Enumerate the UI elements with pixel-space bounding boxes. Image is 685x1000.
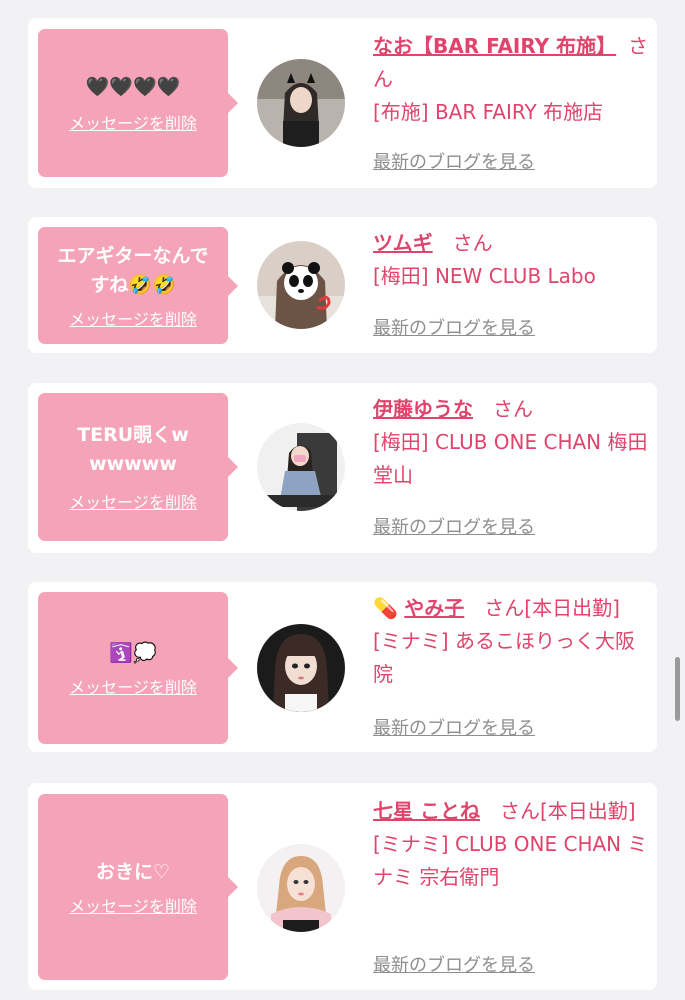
avatar[interactable] bbox=[257, 624, 345, 712]
cast-info: ツムギ さん [梅田] NEW CLUB Labo bbox=[373, 227, 651, 293]
favorite-card: TERU覗くwwwwww メッセージを削除 伊藤ゆうな さん [梅田] CLUB … bbox=[28, 383, 657, 553]
message-bubble: エアギターなんですね🤣🤣 メッセージを削除 bbox=[38, 227, 238, 344]
avatar[interactable] bbox=[257, 423, 345, 511]
avatar[interactable] bbox=[257, 844, 345, 932]
favorite-card: エアギターなんですね🤣🤣 メッセージを削除 ツムギ さん [梅田] NEW CLU… bbox=[28, 217, 657, 353]
honorific: さん bbox=[493, 397, 533, 421]
message-text: おきに♡ bbox=[95, 860, 171, 883]
latest-blog-link[interactable]: 最新のブログを見る bbox=[373, 714, 535, 740]
shop-name: [ミナミ] CLUB ONE CHAN ミナミ 宗右衛門 bbox=[373, 832, 648, 889]
cast-info: 伊藤ゆうな さん [梅田] CLUB ONE CHAN 梅田堂山 bbox=[373, 393, 651, 492]
latest-blog-link[interactable]: 最新のブログを見る bbox=[373, 314, 535, 340]
scrollbar[interactable] bbox=[675, 657, 680, 721]
shop-name: [布施] BAR FAIRY 布施店 bbox=[373, 100, 604, 124]
message-text: TERU覗くwwwwww bbox=[77, 424, 189, 475]
favorite-card: 🖤🖤🖤🖤 メッセージを削除 なお【BAR FAIRY 布施】 さん [布施] BA… bbox=[28, 18, 657, 188]
message-text: エアギターなんですね🤣🤣 bbox=[57, 244, 209, 296]
honorific: さん bbox=[452, 231, 493, 255]
shop-name: [ミナミ] あるこほりっく大阪院 bbox=[373, 629, 635, 686]
latest-blog-link[interactable]: 最新のブログを見る bbox=[373, 148, 535, 174]
favorite-card: 🛐💭 メッセージを削除 💊 やみ子 さん[本日出勤] [ミナミ] あるこほりっく大… bbox=[28, 582, 657, 752]
latest-blog-link[interactable]: 最新のブログを見る bbox=[373, 951, 535, 977]
cast-name-link[interactable]: やみ子 bbox=[404, 596, 464, 620]
cast-name-link[interactable]: 七星 ことね bbox=[373, 799, 480, 823]
cast-name-link[interactable]: ツムギ bbox=[373, 231, 433, 255]
cast-info: なお【BAR FAIRY 布施】 さん [布施] BAR FAIRY 布施店 bbox=[373, 30, 651, 129]
work-status: [本日出勤] bbox=[539, 799, 636, 823]
message-bubble: TERU覗くwwwwww メッセージを削除 bbox=[38, 393, 238, 541]
shop-name: [梅田] NEW CLUB Labo bbox=[373, 264, 596, 288]
message-bubble: おきに♡ メッセージを削除 bbox=[38, 794, 238, 980]
delete-message-link[interactable]: メッセージを削除 bbox=[69, 110, 197, 134]
latest-blog-link[interactable]: 最新のブログを見る bbox=[373, 513, 535, 539]
favorite-card: おきに♡ メッセージを削除 七星 ことね さん[本日出勤] [ミナミ] CLUB … bbox=[28, 783, 657, 990]
honorific: さん bbox=[484, 596, 525, 620]
message-bubble: 🛐💭 メッセージを削除 bbox=[38, 592, 238, 744]
message-bubble: 🖤🖤🖤🖤 メッセージを削除 bbox=[38, 29, 238, 177]
cast-name-link[interactable]: なお【BAR FAIRY 布施】 bbox=[373, 34, 616, 58]
work-status: [本日出勤] bbox=[524, 596, 620, 620]
delete-message-link[interactable]: メッセージを削除 bbox=[69, 893, 197, 917]
delete-message-link[interactable]: メッセージを削除 bbox=[69, 674, 197, 698]
message-text: 🖤🖤🖤🖤 bbox=[85, 75, 181, 98]
cast-name-link[interactable]: 伊藤ゆうな bbox=[373, 397, 473, 421]
delete-message-link[interactable]: メッセージを削除 bbox=[69, 306, 197, 330]
avatar[interactable] bbox=[257, 59, 345, 147]
avatar[interactable] bbox=[257, 241, 345, 329]
honorific: さん bbox=[499, 799, 540, 823]
delete-message-link[interactable]: メッセージを削除 bbox=[69, 489, 197, 513]
pill-icon: 💊 bbox=[373, 596, 398, 620]
cast-info: 七星 ことね さん[本日出勤] [ミナミ] CLUB ONE CHAN ミナミ 宗… bbox=[373, 795, 651, 894]
cast-info: 💊 やみ子 さん[本日出勤] [ミナミ] あるこほりっく大阪院 bbox=[373, 592, 651, 691]
message-text: 🛐💭 bbox=[109, 641, 157, 664]
shop-name: [梅田] CLUB ONE CHAN 梅田堂山 bbox=[373, 430, 648, 487]
